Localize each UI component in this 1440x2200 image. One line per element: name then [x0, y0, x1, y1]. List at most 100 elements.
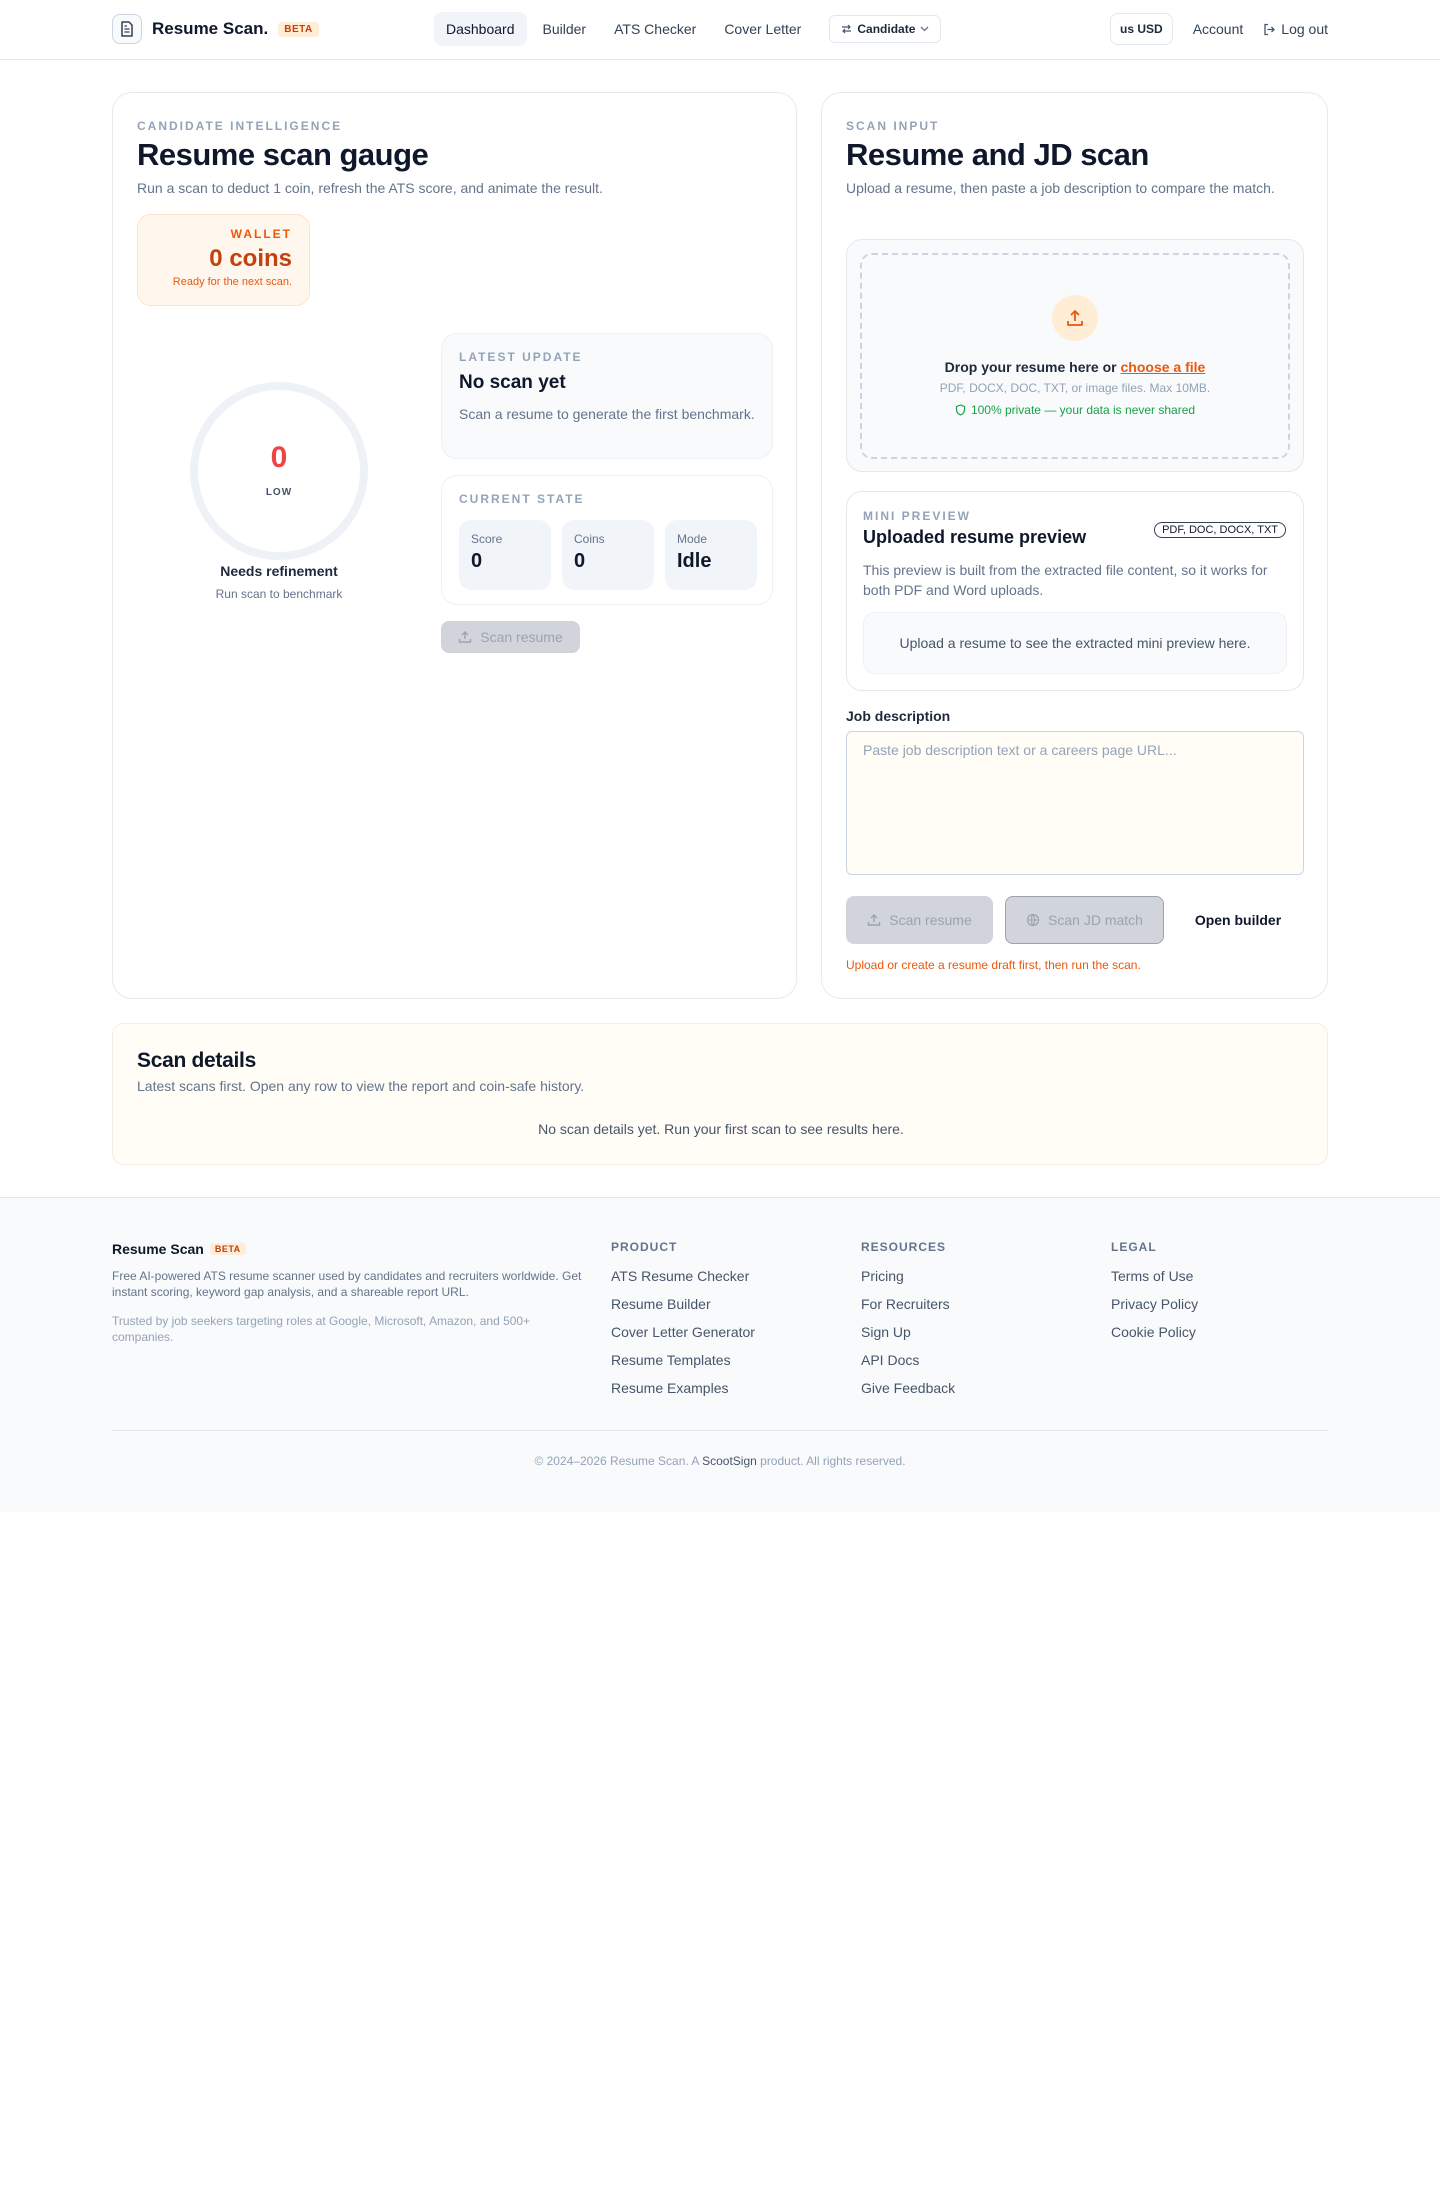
scan-input-title: Resume and JD scan — [846, 137, 1149, 172]
copyright: © 2024–2026 Resume Scan. A ScootSign pro… — [0, 1454, 1440, 1468]
stat-value: 0 — [574, 550, 586, 572]
file-types-badge: PDF, DOC, DOCX, TXT — [1154, 522, 1286, 538]
scan-input-subtitle: Upload a resume, then paste a job descri… — [846, 180, 1275, 196]
open-builder-button[interactable]: Open builder — [1173, 896, 1303, 944]
footer-link[interactable]: Cover Letter Generator — [611, 1324, 755, 1340]
gauge-score: 0 — [270, 441, 288, 474]
dropzone-text: Drop your resume here or choose a file — [862, 359, 1288, 375]
footer-link[interactable]: Sign Up — [861, 1324, 955, 1340]
stat-label: Mode — [677, 532, 708, 546]
beta-badge: BETA — [278, 21, 319, 37]
scan-details-subtitle: Latest scans first. Open any row to view… — [137, 1078, 585, 1094]
footer-beta-badge: BETA — [209, 1243, 246, 1255]
currency-select[interactable]: us USD — [1110, 13, 1173, 45]
current-state-label: CURRENT STATE — [459, 492, 585, 506]
nav-builder[interactable]: Builder — [531, 12, 599, 46]
nav-ats-checker[interactable]: ATS Checker — [602, 12, 708, 46]
wallet-coins: 0 coins — [209, 245, 292, 272]
score-gauge: 0 LOW — [187, 379, 371, 563]
gauge-eyebrow: CANDIDATE INTELLIGENCE — [137, 119, 343, 133]
upload-icon — [459, 631, 472, 643]
wallet-card: WALLET 0 coins Ready for the next scan. — [137, 214, 310, 306]
footer-column-product: PRODUCT ATS Resume Checker Resume Builde… — [611, 1240, 755, 1396]
gauge-subtitle: Run a scan to deduct 1 coin, refresh the… — [137, 180, 603, 196]
scan-resume-label: Scan resume — [889, 912, 972, 928]
footer-description: Free AI-powered ATS resume scanner used … — [112, 1269, 582, 1299]
gauge-card: CANDIDATE INTELLIGENCE Resume scan gauge… — [112, 92, 797, 999]
copyright-suffix: product. All rights reserved. — [760, 1454, 906, 1468]
upload-icon — [868, 914, 881, 926]
mini-preview-title: Uploaded resume preview — [863, 527, 1087, 547]
scan-details-section: Scan details Latest scans first. Open an… — [112, 1023, 1328, 1165]
chevron-down-icon — [920, 26, 929, 32]
footer-link[interactable]: Privacy Policy — [1111, 1296, 1198, 1312]
footer-column-title: RESOURCES — [861, 1240, 947, 1254]
mini-preview-empty: Upload a resume to see the extracted min… — [863, 612, 1287, 674]
page-title: Resume scan gauge — [137, 137, 429, 172]
resume-dropzone[interactable]: Drop your resume here or choose a file P… — [860, 253, 1290, 459]
footer-column-resources: RESOURCES Pricing For Recruiters Sign Up… — [861, 1240, 955, 1396]
account-link[interactable]: Account — [1193, 21, 1244, 37]
gauge-status: Needs refinement — [220, 563, 338, 579]
footer-link[interactable]: Resume Templates — [611, 1352, 755, 1368]
stat-coins: Coins 0 — [562, 520, 654, 590]
stat-label: Coins — [574, 532, 605, 546]
nav-dashboard[interactable]: Dashboard — [434, 12, 527, 46]
scan-input-card: SCAN INPUT Resume and JD scan Upload a r… — [821, 92, 1328, 999]
latest-update-title: No scan yet — [459, 372, 566, 393]
privacy-text: 100% private — your data is never shared — [970, 403, 1196, 417]
footer-link[interactable]: Resume Examples — [611, 1380, 755, 1396]
footer-divider — [112, 1430, 1328, 1431]
main-nav: Dashboard Builder ATS Checker Cover Lett… — [434, 12, 942, 46]
footer-link[interactable]: For Recruiters — [861, 1296, 955, 1312]
footer-link[interactable]: API Docs — [861, 1352, 955, 1368]
brand[interactable]: Resume Scan. BETA — [112, 14, 319, 44]
mini-preview-body: This preview is built from the extracted… — [863, 562, 1268, 598]
mini-preview-header: MINI PREVIEW Uploaded resume preview — [863, 509, 1086, 548]
mini-preview-label: MINI PREVIEW — [863, 509, 972, 523]
role-select-value: Candidate — [857, 22, 916, 36]
choose-file-link[interactable]: choose a file — [1121, 359, 1206, 375]
nav-cover-letter[interactable]: Cover Letter — [712, 12, 813, 46]
footer-column-legal: LEGAL Terms of Use Privacy Policy Cookie… — [1111, 1240, 1198, 1340]
footer: Resume Scan BETA Free AI-powered ATS res… — [0, 1197, 1440, 1512]
logout-label: Log out — [1281, 21, 1328, 37]
logout-button[interactable]: Log out — [1263, 21, 1328, 37]
scan-input-eyebrow: SCAN INPUT — [846, 119, 940, 133]
privacy-note: 100% private — your data is never shared — [862, 403, 1288, 417]
scan-jd-match-button[interactable]: Scan JD match — [1005, 896, 1164, 944]
scan-resume-label: Scan resume — [480, 629, 563, 645]
footer-link[interactable]: ATS Resume Checker — [611, 1268, 755, 1284]
dropzone-formats: PDF, DOCX, DOC, TXT, or image files. Max… — [939, 381, 1211, 395]
copyright-prefix: © 2024–2026 Resume Scan. A — [534, 1454, 699, 1468]
role-select[interactable]: Candidate — [829, 15, 942, 43]
footer-link[interactable]: Give Feedback — [861, 1380, 955, 1396]
brand-name: Resume Scan. — [152, 19, 269, 38]
footer-brand[interactable]: Resume Scan BETA — [112, 1241, 246, 1257]
scan-warning: Upload or create a resume draft first, t… — [846, 958, 1141, 972]
footer-brand-name: Resume Scan — [112, 1241, 204, 1257]
wallet-label: WALLET — [230, 227, 292, 241]
dropzone-prompt: Drop your resume here or — [944, 359, 1117, 375]
footer-column-title: LEGAL — [1111, 1240, 1157, 1254]
gauge-level: LOW — [265, 487, 293, 498]
upload-icon — [1052, 295, 1098, 341]
latest-update-panel: LATEST UPDATE No scan yet Scan a resume … — [441, 333, 773, 459]
swap-icon — [842, 24, 852, 34]
stat-mode: Mode Idle — [665, 520, 757, 590]
scan-details-empty: No scan details yet. Run your first scan… — [538, 1121, 904, 1137]
footer-link[interactable]: Cookie Policy — [1111, 1324, 1198, 1340]
footer-link[interactable]: Pricing — [861, 1268, 955, 1284]
wallet-note: Ready for the next scan. — [172, 276, 292, 288]
stat-score: Score 0 — [459, 520, 551, 590]
globe-icon — [1026, 913, 1040, 927]
top-navbar: Resume Scan. BETA Dashboard Builder ATS … — [0, 0, 1440, 60]
scan-jd-label: Scan JD match — [1048, 912, 1143, 928]
job-description-input[interactable] — [846, 731, 1304, 875]
footer-link[interactable]: Resume Builder — [611, 1296, 755, 1312]
scan-resume-button[interactable]: Scan resume — [441, 621, 580, 653]
footer-link[interactable]: Terms of Use — [1111, 1268, 1198, 1284]
scan-resume-button-secondary[interactable]: Scan resume — [846, 896, 993, 944]
stat-value: Idle — [677, 550, 712, 572]
scootsign-link[interactable]: ScootSign — [702, 1454, 757, 1468]
